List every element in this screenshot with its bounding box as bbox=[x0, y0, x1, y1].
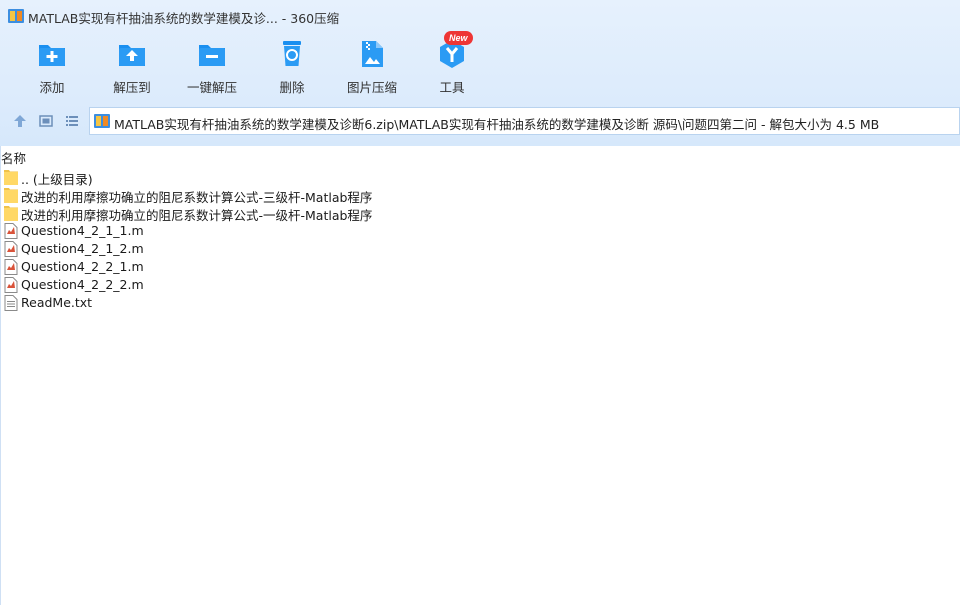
list-item-name: Question4_2_1_1.m bbox=[21, 223, 144, 238]
delete-trash-icon bbox=[283, 41, 301, 66]
matlab-file-icon bbox=[4, 223, 18, 239]
image-compress-icon bbox=[362, 41, 383, 67]
delete-button[interactable]: 删除 bbox=[254, 36, 330, 98]
archive-app-icon bbox=[8, 9, 24, 23]
list-item-folder[interactable]: 改进的利用摩擦功确立的阻尼系数计算公式-三级杆-Matlab程序 bbox=[0, 186, 960, 205]
list-item-folder[interactable]: 改进的利用摩擦功确立的阻尼系数计算公式-一级杆-Matlab程序 bbox=[0, 204, 960, 223]
address-bar[interactable]: MATLAB实现有杆抽油系统的数学建模及诊断6.zip\MATLAB实现有杆抽油… bbox=[89, 107, 960, 135]
list-item-file[interactable]: Question4_2_2_2.m bbox=[0, 276, 960, 294]
matlab-file-icon bbox=[4, 277, 18, 293]
list-view-icon[interactable] bbox=[64, 113, 80, 129]
list-header: 名称 bbox=[0, 146, 960, 166]
one-click-extract-button[interactable]: 一键解压 bbox=[174, 36, 250, 98]
one-click-extract-label: 一键解压 bbox=[186, 80, 237, 95]
new-badge: New bbox=[444, 31, 473, 45]
matlab-file-icon bbox=[4, 259, 18, 275]
image-compress-button[interactable]: 图片压缩 bbox=[334, 36, 410, 98]
list-item-name: Question4_2_2_1.m bbox=[21, 259, 144, 274]
tools-label: 工具 bbox=[439, 80, 465, 95]
list-item-name: ReadMe.txt bbox=[21, 295, 93, 310]
folder-icon bbox=[4, 206, 18, 221]
list-item-file[interactable]: Question4_2_1_1.m bbox=[0, 222, 960, 240]
image-compress-label: 图片压缩 bbox=[346, 80, 397, 95]
list-item-file[interactable]: Question4_2_2_1.m bbox=[0, 258, 960, 276]
add-button[interactable]: 添加 bbox=[14, 36, 90, 98]
list-left-border bbox=[0, 146, 1, 605]
folder-icon bbox=[4, 170, 18, 185]
text-file-icon bbox=[4, 295, 18, 311]
up-arrow-icon[interactable] bbox=[12, 113, 28, 129]
window-title: MATLAB实现有杆抽油系统的数学建模及诊... - 360压缩 bbox=[28, 11, 340, 26]
list-item-file[interactable]: ReadMe.txt bbox=[0, 294, 960, 312]
extract-to-label: 解压到 bbox=[113, 80, 151, 95]
list-item-file[interactable]: Question4_2_1_2.m bbox=[0, 240, 960, 258]
add-folder-icon bbox=[39, 45, 65, 66]
navigation-bar: MATLAB实现有杆抽油系统的数学建模及诊断6.zip\MATLAB实现有杆抽油… bbox=[0, 106, 960, 136]
tools-button[interactable]: New 工具 bbox=[414, 31, 490, 98]
list-item-name: Question4_2_1_2.m bbox=[21, 241, 144, 256]
list-item-name: Question4_2_2_2.m bbox=[21, 277, 144, 292]
address-path: MATLAB实现有杆抽油系统的数学建模及诊断6.zip\MATLAB实现有杆抽油… bbox=[114, 117, 880, 132]
add-button-label: 添加 bbox=[39, 80, 65, 95]
delete-label: 删除 bbox=[279, 80, 305, 95]
matlab-file-icon bbox=[4, 241, 18, 257]
toolbar: 添加 解压到 一键解压 删除 图片压缩 New 工具 bbox=[0, 31, 960, 102]
thumbnail-view-icon[interactable] bbox=[38, 113, 54, 129]
folder-icon bbox=[4, 188, 18, 203]
list-item-parent-dir[interactable]: .. (上级目录) bbox=[0, 168, 960, 187]
archive-file-icon bbox=[94, 114, 110, 128]
column-header-name[interactable]: 名称 bbox=[1, 148, 26, 167]
one-click-extract-icon bbox=[199, 45, 225, 66]
extract-to-icon bbox=[119, 45, 145, 66]
title-bar: MATLAB实现有杆抽油系统的数学建模及诊... - 360压缩 bbox=[0, 0, 960, 32]
header: MATLAB实现有杆抽油系统的数学建模及诊... - 360压缩 添加 解压到 bbox=[0, 0, 960, 146]
extract-to-button[interactable]: 解压到 bbox=[94, 36, 170, 98]
